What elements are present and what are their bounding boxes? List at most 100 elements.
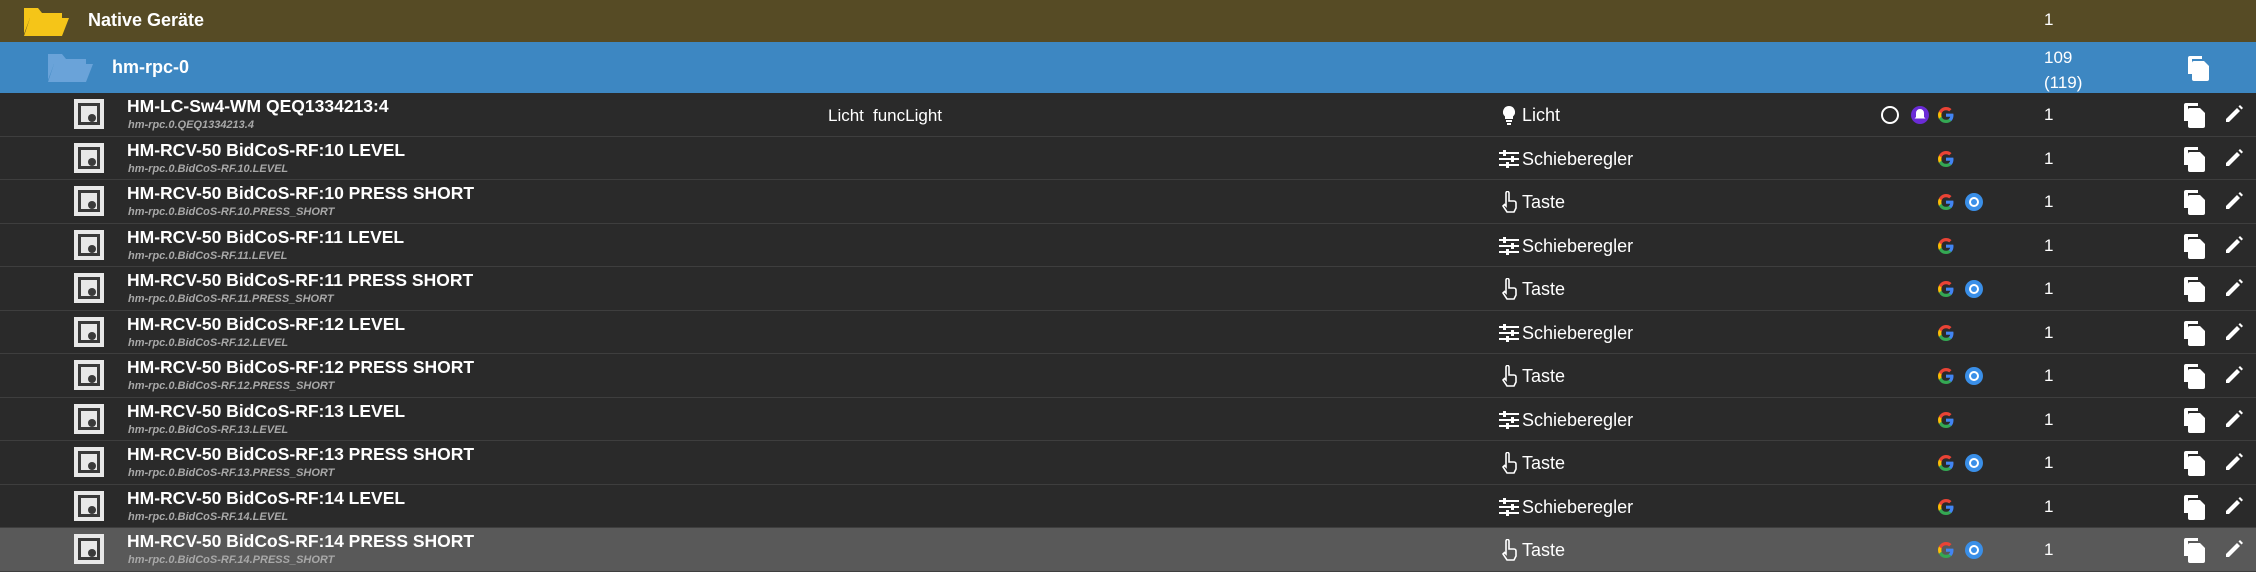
instance-count-value: 109	[2044, 48, 2073, 67]
folder-open-icon	[24, 8, 69, 36]
copy-icon[interactable]	[2182, 102, 2206, 128]
google-icon[interactable]	[1936, 192, 1956, 212]
copy-icon[interactable]	[2182, 407, 2206, 433]
pencil-icon[interactable]	[2224, 104, 2244, 124]
device-count: 1	[2044, 279, 2054, 298]
pencil-icon[interactable]	[2224, 496, 2244, 516]
alisa-icon[interactable]	[1964, 540, 1984, 560]
group-row-native-devices[interactable]: Native Geräte 1	[0, 0, 2256, 42]
google-icon[interactable]	[1936, 236, 1956, 256]
device-list: HM-LC-Sw4-WM QEQ1334213:4 hm-rpc.0.QEQ133…	[0, 93, 2256, 572]
pencil-icon[interactable]	[2224, 278, 2244, 298]
device-row[interactable]: HM-RCV-50 BidCoS-RF:11 PRESS SHORT hm-rpc…	[0, 267, 2256, 311]
pencil-icon[interactable]	[2224, 191, 2244, 211]
device-row[interactable]: HM-RCV-50 BidCoS-RF:10 PRESS SHORT hm-rpc…	[0, 180, 2256, 224]
device-name: HM-RCV-50 BidCoS-RF:11 PRESS SHORT	[127, 270, 474, 290]
state-device-icon	[72, 97, 106, 131]
device-type: Schieberegler	[1522, 148, 1634, 169]
state-device-icon	[72, 445, 106, 479]
sliders-icon	[1498, 322, 1520, 344]
instance-row-hm-rpc-0[interactable]: hm-rpc-0 109 (119)	[0, 42, 2256, 93]
instance-count-total: (119)	[2044, 73, 2083, 92]
sliders-icon	[1498, 496, 1520, 518]
group-title: Native Geräte	[88, 10, 205, 30]
alisa-icon[interactable]	[1964, 192, 1984, 212]
device-name: HM-RCV-50 BidCoS-RF:14 PRESS SHORT	[127, 531, 475, 551]
hand-pointer-icon	[1498, 538, 1520, 561]
device-row[interactable]: HM-LC-Sw4-WM QEQ1334213:4 hm-rpc.0.QEQ133…	[0, 93, 2256, 137]
group-count: 1	[2044, 10, 2054, 29]
device-name: HM-RCV-50 BidCoS-RF:13 PRESS SHORT	[127, 444, 475, 464]
state-device-icon	[72, 402, 106, 436]
device-row[interactable]: HM-RCV-50 BidCoS-RF:12 PRESS SHORT hm-rpc…	[0, 354, 2256, 398]
copy-icon[interactable]	[2182, 276, 2206, 302]
pencil-icon[interactable]	[2224, 148, 2244, 168]
copy-icon[interactable]	[2182, 537, 2206, 563]
sliders-icon	[1498, 409, 1520, 431]
pencil-icon[interactable]	[2224, 322, 2244, 342]
device-type: Taste	[1522, 540, 1566, 560]
lightbulb-icon	[1498, 104, 1520, 126]
device-id: hm-rpc.0.BidCoS-RF.11.LEVEL	[128, 249, 288, 262]
state-device-icon	[72, 358, 106, 392]
hand-pointer-icon	[1498, 451, 1520, 474]
copy-icon[interactable]	[2182, 189, 2206, 215]
device-row[interactable]: HM-RCV-50 BidCoS-RF:14 LEVEL hm-rpc.0.Bid…	[0, 484, 2256, 528]
alisa-icon[interactable]	[1964, 453, 1984, 473]
alexa-icon[interactable]	[1910, 105, 1930, 125]
pencil-icon[interactable]	[2224, 235, 2244, 255]
device-row[interactable]: HM-RCV-50 BidCoS-RF:10 LEVEL hm-rpc.0.Bid…	[0, 136, 2256, 180]
device-id: hm-rpc.0.BidCoS-RF.12.PRESS_SHORT	[128, 380, 335, 392]
device-name: HM-LC-Sw4-WM QEQ1334213:4	[127, 96, 389, 116]
copy-icon[interactable]	[2182, 146, 2206, 172]
device-type: Schieberegler	[1522, 409, 1634, 430]
device-type: Taste	[1522, 453, 1566, 473]
device-id: hm-rpc.0.BidCoS-RF.14.LEVEL	[128, 510, 289, 523]
device-type: Taste	[1522, 279, 1566, 299]
copy-icon[interactable]	[2186, 55, 2210, 81]
hand-pointer-icon	[1498, 364, 1520, 387]
folder-open-icon	[48, 54, 93, 82]
device-row[interactable]: HM-RCV-50 BidCoS-RF:13 LEVEL hm-rpc.0.Bid…	[0, 397, 2256, 441]
device-count: 1	[2044, 366, 2054, 385]
copy-icon[interactable]	[2182, 320, 2206, 346]
device-type: Schieberegler	[1522, 235, 1634, 256]
google-icon[interactable]	[1936, 497, 1956, 517]
device-count: 1	[2044, 235, 2054, 255]
device-row[interactable]: HM-RCV-50 BidCoS-RF:12 LEVEL hm-rpc.0.Bid…	[0, 310, 2256, 354]
device-name: HM-RCV-50 BidCoS-RF:13 LEVEL	[127, 400, 406, 421]
device-id: hm-rpc.0.BidCoS-RF.11.PRESS_SHORT	[128, 293, 334, 305]
google-icon[interactable]	[1936, 410, 1956, 430]
copy-icon[interactable]	[2182, 233, 2206, 259]
device-id: hm-rpc.0.QEQ1334213.4	[128, 119, 254, 131]
alisa-icon[interactable]	[1964, 279, 1984, 299]
google-icon[interactable]	[1936, 366, 1956, 386]
copy-icon[interactable]	[2182, 363, 2206, 389]
device-row[interactable]: HM-RCV-50 BidCoS-RF:11 LEVEL hm-rpc.0.Bid…	[0, 223, 2256, 267]
pencil-icon[interactable]	[2224, 409, 2244, 429]
google-icon[interactable]	[1936, 323, 1956, 343]
copy-icon[interactable]	[2182, 494, 2206, 520]
google-icon[interactable]	[1936, 453, 1956, 473]
google-icon[interactable]	[1936, 279, 1956, 299]
device-type: Taste	[1522, 366, 1566, 386]
pencil-icon[interactable]	[2224, 365, 2244, 385]
device-type: Taste	[1522, 192, 1566, 212]
alisa-icon[interactable]	[1964, 366, 1984, 386]
device-row[interactable]: HM-RCV-50 BidCoS-RF:14 PRESS SHORT hm-rpc…	[0, 528, 2256, 572]
device-name: HM-RCV-50 BidCoS-RF:12 LEVEL	[127, 313, 406, 334]
device-count: 1	[2044, 496, 2054, 516]
google-icon[interactable]	[1936, 149, 1956, 169]
device-row[interactable]: HM-RCV-50 BidCoS-RF:13 PRESS SHORT hm-rpc…	[0, 441, 2256, 485]
device-count: 1	[2044, 540, 2054, 559]
google-icon[interactable]	[1936, 540, 1956, 560]
device-id: hm-rpc.0.BidCoS-RF.14.PRESS_SHORT	[128, 554, 335, 566]
copy-icon[interactable]	[2182, 450, 2206, 476]
alexa-v3-status-icon[interactable]	[1880, 105, 1900, 125]
google-icon[interactable]	[1936, 105, 1956, 125]
pencil-icon[interactable]	[2224, 539, 2244, 559]
device-type: Schieberegler	[1522, 496, 1634, 517]
state-device-icon	[72, 271, 106, 305]
pencil-icon[interactable]	[2224, 452, 2244, 472]
device-count: 1	[2044, 453, 2054, 472]
